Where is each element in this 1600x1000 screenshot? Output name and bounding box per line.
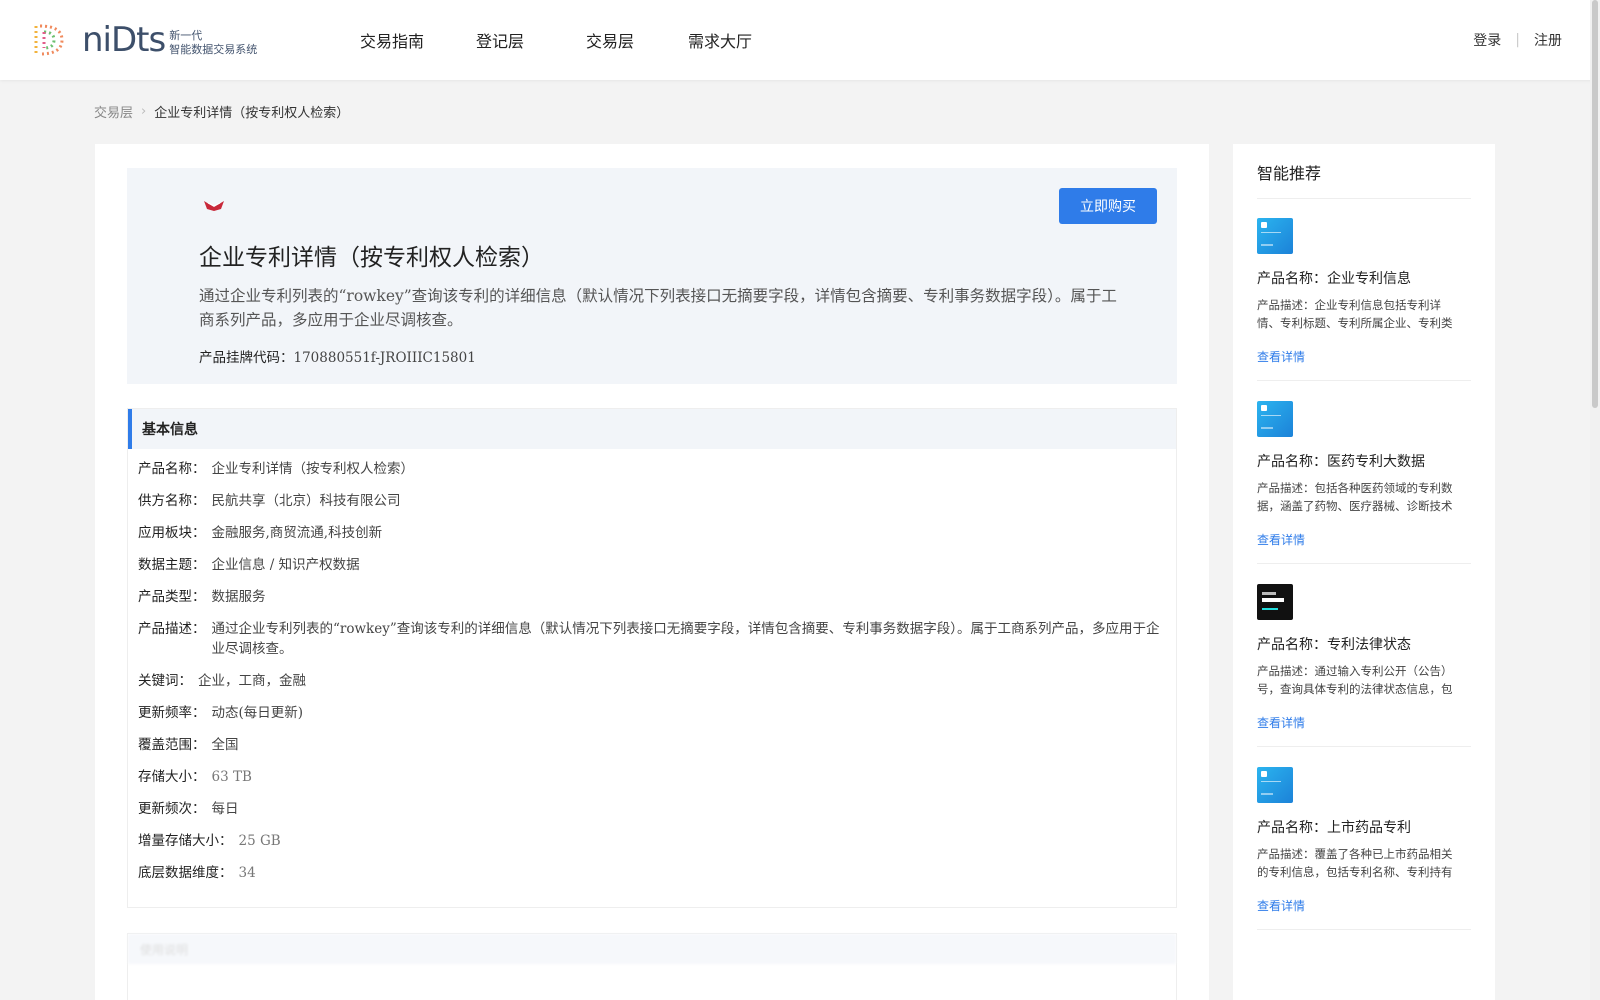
product-hero: 企业专利详情（按专利权人检索） 通过企业专利列表的“rowkey”查询该专利的详… — [127, 168, 1177, 384]
buy-now-button[interactable]: 立即购买 — [1059, 188, 1157, 224]
info-row: 数据主题： 企业信息 / 知识产权数据 — [138, 555, 1176, 575]
info-row-label: 供方名称： — [138, 493, 206, 509]
logo-d-icon — [28, 20, 68, 60]
product-listing-code: 产品挂牌代码：170880551f-JROIIIC15801 — [199, 346, 476, 366]
info-row-value: 数据服务 — [211, 589, 266, 605]
nav-demand-hall[interactable]: 需求大厅 — [688, 28, 752, 52]
recommendation-card[interactable]: 产品名称：企业专利信息产品描述：企业专利信息包括专利详情、专利标题、专利所属企业… — [1257, 198, 1471, 381]
breadcrumb: 交易层 › 企业专利详情（按专利权人检索） — [94, 102, 349, 121]
info-row: 更新频次： 每日 — [138, 799, 1176, 819]
info-row-label: 应用板块： — [138, 525, 206, 541]
recommendation-description: 产品描述：包括各种医药领域的专利数据，涵盖了药物、医疗器械、诊断技术等 — [1257, 481, 1453, 513]
breadcrumb-parent[interactable]: 交易层 — [94, 102, 133, 121]
info-row-label: 底层数据维度： — [138, 865, 233, 881]
product-thumbnail-icon — [1257, 584, 1293, 620]
info-row: 存储大小： 63 TB — [138, 767, 1176, 787]
recommendation-card[interactable]: 产品名称：专利法律状态产品描述：通过输入专利公开（公告）号，查询具体专利的法律状… — [1257, 564, 1471, 747]
info-row-value: 金融服务,商贸流通,科技创新 — [211, 525, 383, 541]
recommendation-name[interactable]: 产品名称：企业专利信息 — [1257, 268, 1411, 288]
recommendation-title: 智能推荐 — [1257, 164, 1322, 183]
logo-sub-line2: 智能数据交易系统 — [169, 43, 258, 56]
view-details-link[interactable]: 查看详情 — [1257, 714, 1305, 731]
info-row-label: 存储大小： — [138, 769, 206, 785]
info-row: 关键词： 企业，工商，金融 — [138, 671, 1176, 691]
info-row-value: 每日 — [211, 801, 239, 817]
info-row: 覆盖范围： 全国 — [138, 735, 1176, 755]
info-row: 更新频率： 动态(每日更新) — [138, 703, 1176, 723]
info-row-value: 动态(每日更新) — [211, 705, 304, 721]
info-row-label: 产品描述： — [138, 621, 206, 637]
info-row-value: 34 — [238, 865, 256, 881]
product-description: 通过企业专利列表的“rowkey”查询该专利的详细信息（默认情况下列表接口无摘要… — [199, 287, 1117, 329]
info-row-label: 覆盖范围： — [138, 737, 206, 753]
recommendation-name[interactable]: 产品名称：上市药品专利 — [1257, 817, 1411, 837]
breadcrumb-current: 企业专利详情（按专利权人检索） — [154, 106, 350, 121]
chevron-right-icon: › — [141, 104, 147, 119]
product-thumbnail-icon — [1257, 767, 1293, 803]
register-link[interactable]: 注册 — [1534, 30, 1562, 50]
info-row: 底层数据维度： 34 — [138, 863, 1176, 883]
listing-code-label: 产品挂牌代码： — [199, 350, 294, 366]
login-link[interactable]: 登录 — [1473, 30, 1501, 50]
info-row-value: 企业，工商，金融 — [198, 673, 306, 689]
scrollbar-thumb[interactable] — [1592, 0, 1598, 408]
info-row: 应用板块： 金融服务,商贸流通,科技创新 — [138, 523, 1176, 543]
listing-code-value: 170880551f-JROIIIC15801 — [293, 350, 476, 366]
info-row: 产品类型： 数据服务 — [138, 587, 1176, 607]
info-row-label: 增量存储大小： — [138, 833, 233, 849]
info-row-value: 63 TB — [211, 769, 252, 785]
info-row-label: 更新频率： — [138, 705, 206, 721]
site-logo[interactable]: niDts 新一代 智能数据交易系统 — [28, 20, 257, 60]
top-header: niDts 新一代 智能数据交易系统 交易指南 登记层 交易层 需求大厅 登录 … — [0, 0, 1600, 80]
info-row-label: 产品类型： — [138, 589, 206, 605]
basic-info-heading: 基本信息 — [128, 409, 1176, 449]
nav-trading-layer[interactable]: 交易层 — [586, 28, 634, 52]
info-row-value: 全国 — [211, 737, 239, 753]
logo-sub-line1: 新一代 — [169, 29, 203, 42]
page-scrollbar[interactable] — [1590, 0, 1600, 1000]
recommendation-sidebar: 智能推荐 产品名称：企业专利信息产品描述：企业专利信息包括专利详情、专利标题、专… — [1233, 144, 1495, 1000]
info-row-value: 25 GB — [238, 833, 281, 849]
product-detail-panel: 企业专利详情（按专利权人检索） 通过企业专利列表的“rowkey”查询该专利的详… — [95, 144, 1209, 1000]
view-details-link[interactable]: 查看详情 — [1257, 348, 1305, 365]
info-row: 增量存储大小： 25 GB — [138, 831, 1176, 851]
info-row-value: 通过企业专利列表的“rowkey”查询该专利的详细信息（默认情况下列表接口无摘要… — [211, 621, 1160, 657]
auth-links: 登录 | 注册 — [1473, 30, 1562, 50]
usage-heading: 使用说明 — [128, 934, 1176, 964]
view-details-link[interactable]: 查看详情 — [1257, 897, 1305, 914]
info-row-label: 数据主题： — [138, 557, 206, 573]
info-row-value: 民航共享（北京）科技有限公司 — [211, 493, 401, 509]
info-row-label: 产品名称： — [138, 461, 206, 477]
auth-separator: | — [1515, 32, 1520, 48]
info-row-value: 企业专利详情（按专利权人检索） — [211, 461, 415, 477]
info-row: 产品描述： 通过企业专利列表的“rowkey”查询该专利的详细信息（默认情况下列表… — [138, 619, 1176, 659]
recommendation-description: 产品描述：覆盖了各种已上市药品相关的专利信息，包括专利名称、专利持有人等 — [1257, 847, 1453, 879]
info-row: 供方名称： 民航共享（北京）科技有限公司 — [138, 491, 1176, 511]
basic-info-section: 基本信息 产品名称： 企业专利详情（按专利权人检索） 供方名称： 民航共享（北京）科技… — [127, 408, 1177, 908]
product-thumbnail-icon — [1257, 401, 1293, 437]
product-title: 企业专利详情（按专利权人检索） — [199, 245, 544, 271]
product-thumbnail-icon — [1257, 218, 1293, 254]
info-row-label: 关键词： — [138, 673, 192, 689]
nav-registration-layer[interactable]: 登记层 — [476, 28, 524, 52]
info-row-value: 企业信息 / 知识产权数据 — [211, 557, 360, 573]
recommendation-description: 产品描述：通过输入专利公开（公告）号，查询具体专利的法律状态信息，包括 — [1257, 664, 1453, 696]
recommendation-description: 产品描述：企业专利信息包括专利详情、专利标题、专利所属企业、专利类型等 — [1257, 298, 1453, 330]
logo-subtitle: 新一代 智能数据交易系统 — [169, 29, 257, 57]
basic-info-list: 产品名称： 企业专利详情（按专利权人检索） 供方名称： 民航共享（北京）科技有限公司应… — [128, 449, 1176, 883]
recommendation-card[interactable]: 产品名称：上市药品专利产品描述：覆盖了各种已上市药品相关的专利信息，包括专利名称… — [1257, 747, 1471, 930]
recommendation-name[interactable]: 产品名称：专利法律状态 — [1257, 634, 1411, 654]
provider-logo-icon — [203, 198, 225, 212]
info-row-label: 更新频次： — [138, 801, 206, 817]
usage-section: 使用说明 — [127, 933, 1177, 1000]
nav-trading-guide[interactable]: 交易指南 — [360, 28, 424, 52]
view-details-link[interactable]: 查看详情 — [1257, 531, 1305, 548]
logo-wordmark: niDts — [82, 20, 166, 60]
recommendation-card[interactable]: 产品名称：医药专利大数据产品描述：包括各种医药领域的专利数据，涵盖了药物、医疗器… — [1257, 381, 1471, 564]
info-row: 产品名称： 企业专利详情（按专利权人检索） — [138, 459, 1176, 479]
recommendation-name[interactable]: 产品名称：医药专利大数据 — [1257, 451, 1425, 471]
